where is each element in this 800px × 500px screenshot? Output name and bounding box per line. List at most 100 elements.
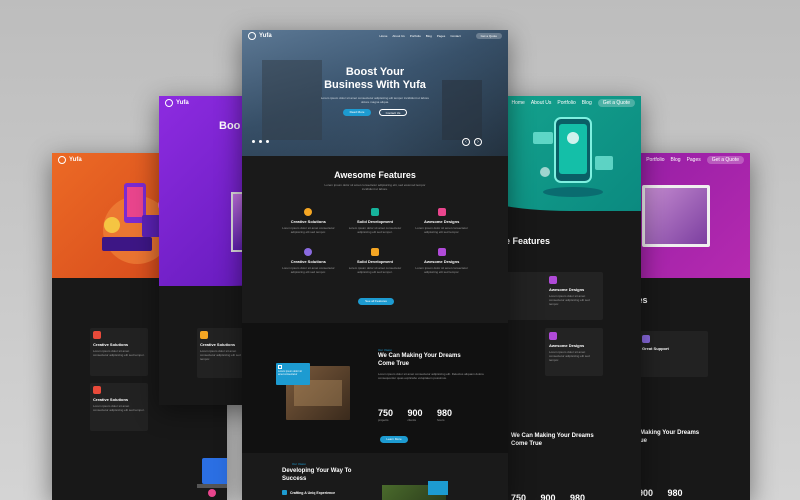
design-icon xyxy=(437,208,446,216)
feature-text: Lorem ipsum dolor sit amet consectetur a… xyxy=(348,226,402,234)
feature-title: Creative Solutions xyxy=(290,259,326,264)
stat-number: 980 xyxy=(667,488,683,498)
nav-item-contact[interactable]: Contact xyxy=(450,34,460,38)
feature-title: Solid Development xyxy=(356,259,393,264)
develop-title: Developing Your Way To Success xyxy=(282,467,351,483)
feature-text: Lorem ipsum dolor sit amet consectetur a… xyxy=(415,266,468,274)
logo-icon xyxy=(248,32,256,40)
dreams-section xyxy=(242,323,508,453)
teal-menu: Home About Us Portfolio Blog Get a Quote xyxy=(511,99,635,107)
design-icon xyxy=(549,332,557,340)
feature-card: Awesome Designs Lorem ipsum dolor sit am… xyxy=(415,248,468,274)
stat-label: hours xyxy=(436,418,445,422)
teal-feature-card-2: Awesome Designs Lorem ipsum dolor sit am… xyxy=(545,328,603,376)
feature-title: Solid Development xyxy=(356,219,393,224)
read-more-button[interactable]: Read More xyxy=(343,109,371,116)
feature-card: Solid Development Lorem ipsum dolor sit … xyxy=(349,248,402,274)
feature-text: Lorem ipsum dolor sit amet consectetur a… xyxy=(348,266,402,274)
magenta-stats: 900 980 xyxy=(638,483,693,500)
dreams-title: We Can Making Your Dreams Come True xyxy=(378,352,461,368)
nav-item[interactable]: About Us xyxy=(531,100,552,106)
nav-item-blog[interactable]: Blog xyxy=(426,34,432,38)
magenta-hero-photo xyxy=(642,185,710,247)
logo-icon xyxy=(165,99,173,107)
nav-cta-button[interactable]: Get a Quote xyxy=(597,99,635,107)
teal-dreams-line1: We Can Making Your Dreams xyxy=(511,433,594,439)
develop-title-line1: Developing Your Way To xyxy=(282,468,352,474)
see-all-features-button[interactable]: See all Features xyxy=(358,298,394,305)
hero-social xyxy=(252,140,269,143)
nav-item[interactable]: Portfolio xyxy=(557,100,575,106)
purple-hero-fragment: Boo xyxy=(219,120,241,132)
center-logo[interactable]: Yufa xyxy=(248,32,272,40)
features-title: Awesome Features xyxy=(334,170,416,180)
twitter-icon[interactable] xyxy=(266,140,269,143)
magenta-dreams-title: Making Your Dreams ue xyxy=(640,429,699,445)
magenta-dreams-line1: Making Your Dreams xyxy=(640,430,700,436)
prev-arrow-icon[interactable]: ‹ xyxy=(462,138,470,146)
design-icon xyxy=(549,276,557,284)
dreams-badge: Lorem ipsum dolor sit amet consectetur xyxy=(276,363,310,385)
center-page-preview: Yufa Home About Us Portfolio Blog Pages … xyxy=(242,30,508,500)
nav-cta-button[interactable]: Get a Quote xyxy=(475,33,502,39)
orange-feature-card-1: Creative Solutions Lorem ipsum dolor sit… xyxy=(90,328,148,376)
feature-card: Creative Solutions Lorem ipsum dolor sit… xyxy=(282,248,335,274)
stat-label: clients xyxy=(407,418,416,422)
magenta-menu: Portfolio Blog Pages Get a Quote xyxy=(646,156,744,164)
dreams-title-line1: We Can Making Your Dreams xyxy=(378,353,461,359)
creative-icon xyxy=(93,386,101,394)
nav-cta-button[interactable]: Get a Quote xyxy=(706,156,744,164)
nav-item-home[interactable]: Home xyxy=(379,34,387,38)
center-nav: Yufa Home About Us Portfolio Blog Pages … xyxy=(242,30,508,42)
nav-item-about[interactable]: About Us xyxy=(392,34,404,38)
contact-us-button[interactable]: Contact Us xyxy=(379,109,407,116)
feature-text: Lorem ipsum dolor sit amet consectetur a… xyxy=(415,226,468,234)
orange-card2-text: Lorem ipsum dolor sit amet consectetur a… xyxy=(93,404,145,412)
nav-item[interactable]: Portfolio xyxy=(646,157,664,163)
teal-stats: 750 900 980 xyxy=(511,488,595,500)
nav-item-portfolio[interactable]: Portfolio xyxy=(410,34,421,38)
teal-phone-illustration xyxy=(533,117,613,197)
hero-title-line2: Business With Yufa xyxy=(324,79,426,91)
orange-feature-card-2: Creative Solutions Lorem ipsum dolor sit… xyxy=(90,383,148,431)
facebook-icon[interactable] xyxy=(252,140,255,143)
feature-text: Lorem ipsum dolor sit amet consectetur a… xyxy=(282,226,335,234)
teal-dreams-line2: Come True xyxy=(511,441,543,447)
feature-title: Creative Solutions xyxy=(290,219,326,224)
teal-card2-text: Lorem ipsum dolor sit amet consectetur a… xyxy=(549,350,590,362)
nav-item[interactable]: Home xyxy=(511,100,524,106)
develop-item-title: Crafting A Uniq Experience xyxy=(290,490,336,495)
orange-card1-title: Creative Solutions xyxy=(93,342,129,347)
hero-buttons: Read More Contact Us xyxy=(242,109,508,116)
globe-icon xyxy=(304,248,313,256)
purple-logo[interactable]: Yufa xyxy=(165,99,189,107)
orange-card1-text: Lorem ipsum dolor sit amet consectetur a… xyxy=(93,349,145,357)
hero-slider-arrows: ‹ › xyxy=(462,138,482,146)
orange-logo[interactable]: Yufa xyxy=(58,156,82,164)
bulb-icon xyxy=(200,331,208,339)
feature-card: Awesome Designs Lorem ipsum dolor sit am… xyxy=(415,208,468,234)
stat-number: 980 xyxy=(436,408,452,418)
stat-number: 750 xyxy=(378,408,394,418)
stat-number: 750 xyxy=(511,493,527,500)
youtube-icon[interactable] xyxy=(259,140,262,143)
dreams-title-line2: Come True xyxy=(378,361,410,367)
brand-name: Yufa xyxy=(176,100,189,106)
next-arrow-icon[interactable]: › xyxy=(474,138,482,146)
feature-card: Solid Development Lorem ipsum dolor sit … xyxy=(349,208,402,234)
learn-more-button[interactable]: Learn More xyxy=(380,436,408,443)
brand-name: Yufa xyxy=(69,157,82,163)
orange-laptop-illustration xyxy=(197,458,227,497)
nav-item[interactable]: Blog xyxy=(671,157,681,163)
nav-item[interactable]: Pages xyxy=(687,157,701,163)
bulb-icon xyxy=(304,208,313,216)
teal-feature-card-1: Awesome Designs Lorem ipsum dolor sit am… xyxy=(545,272,603,320)
stat-label: projects xyxy=(378,418,389,422)
magenta-support-card: Great Support xyxy=(638,331,708,377)
nav-item-pages[interactable]: Pages xyxy=(437,34,446,38)
orange-card2-title: Creative Solutions xyxy=(93,397,129,402)
nav-item[interactable]: Blog xyxy=(582,100,592,106)
stat-number: 900 xyxy=(407,408,423,418)
feature-title: Awesome Designs xyxy=(424,259,460,264)
develop-badge xyxy=(428,481,448,495)
